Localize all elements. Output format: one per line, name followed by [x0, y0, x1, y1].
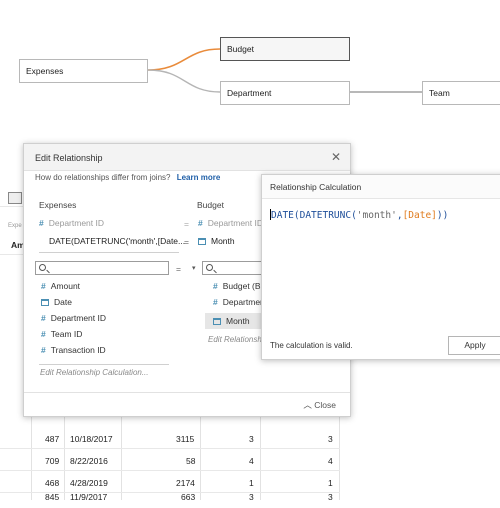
number-icon: #	[41, 345, 46, 355]
left-table-title: Expenses	[39, 200, 77, 210]
left-search-input[interactable]	[35, 261, 169, 275]
number-icon: #	[213, 281, 218, 291]
list-item[interactable]: # Department ID	[41, 313, 106, 329]
cell: 845	[45, 492, 60, 502]
cell: 487	[45, 434, 60, 444]
validation-status: The calculation is valid.	[270, 341, 353, 350]
cell: 58	[186, 456, 196, 466]
cell: 11/9/2017	[70, 492, 108, 502]
formula-close: ))	[436, 210, 449, 221]
list-item-label: Department ID	[50, 313, 107, 323]
clause-left-label: Department ID	[48, 218, 105, 228]
number-icon: #	[198, 218, 203, 228]
list-item-label: Budget (Bu	[222, 281, 266, 291]
table-node-department[interactable]: Department	[220, 81, 350, 105]
relationship-noodle-budget	[147, 48, 221, 71]
search-operator[interactable]: =	[176, 264, 181, 274]
date-icon	[41, 299, 49, 306]
number-icon: #	[41, 313, 46, 323]
list-item-label: Departmen	[222, 297, 265, 307]
clause-right-field[interactable]: # Department ID	[198, 218, 263, 234]
list-item[interactable]: # Transaction ID	[41, 345, 106, 361]
number-icon: #	[39, 218, 44, 228]
divider	[39, 252, 179, 253]
list-item[interactable]: Date	[41, 297, 72, 313]
search-icon	[39, 264, 46, 271]
list-item-label: Date	[54, 297, 72, 307]
formula-string: 'month'	[356, 210, 397, 221]
date-icon	[213, 318, 221, 325]
edit-relationship-calculation-link[interactable]: Edit Relationshi	[208, 335, 264, 344]
clause-right-field[interactable]: Month	[198, 236, 235, 252]
table-node-label: Budget	[227, 44, 254, 54]
clause-right-label: Month	[211, 236, 235, 246]
relationship-calculation-panel: Relationship Calculation DATE(DATETRUNC(…	[261, 174, 500, 360]
close-button[interactable]: ︿ Close	[303, 399, 336, 411]
list-item[interactable]: # Team ID	[41, 329, 82, 345]
table-node-expenses[interactable]: Expenses	[19, 59, 148, 83]
cell: 3	[249, 492, 254, 502]
cell: 3115	[176, 434, 195, 444]
calculation-editor[interactable]: DATE(DATETRUNC('month',[Date]))	[270, 209, 448, 221]
formula-function: DATE(DATETRUNC(	[271, 210, 357, 221]
table-row[interactable]: 845 11/9/2017 663 3 3	[0, 486, 340, 508]
table-node-label: Department	[227, 88, 272, 98]
table-node-label: Team	[429, 88, 450, 98]
number-icon: #	[213, 297, 218, 307]
table-node-team[interactable]: Team	[422, 81, 500, 105]
table-row[interactable]: 709 8/22/2016 58 4 4	[0, 450, 340, 472]
table-row[interactable]: 487 10/18/2017 3115 3 3	[0, 428, 340, 450]
cell: 4	[249, 456, 254, 466]
list-item[interactable]: # Amount	[41, 281, 80, 297]
help-text: How do relationships differ from joins? …	[35, 173, 220, 182]
dialog-header: Edit Relationship ✕	[24, 144, 350, 171]
right-search-input[interactable]	[202, 261, 262, 275]
cell: 3	[328, 492, 333, 502]
cell: 10/18/2017	[70, 434, 113, 444]
formula-field-ref: [Date]	[402, 210, 437, 221]
cell: 663	[181, 492, 196, 502]
clause-operator[interactable]: =	[184, 219, 189, 229]
dialog-title: Edit Relationship	[35, 153, 103, 163]
cell: 3	[249, 434, 254, 444]
grid-header-table: Expe	[8, 223, 22, 229]
number-icon: #	[41, 281, 46, 291]
help-question: How do relationships differ from joins?	[35, 173, 171, 182]
clause-operator[interactable]: =	[184, 237, 189, 247]
close-button-label: Close	[314, 400, 336, 410]
cell: 4	[328, 456, 333, 466]
list-item-label: Amount	[50, 281, 81, 291]
list-item-label: Month	[226, 316, 250, 326]
table-node-label: Expenses	[26, 66, 64, 76]
relationship-noodle-department	[147, 69, 221, 93]
cell: 3	[328, 434, 333, 444]
edit-relationship-calculation-link[interactable]: Edit Relationship Calculation...	[40, 368, 149, 377]
apply-button[interactable]: Apply	[448, 336, 500, 355]
clause-left-field[interactable]: DATE(DATETRUNC('month',[Date...	[49, 236, 185, 252]
right-table-title: Budget	[197, 200, 224, 210]
date-icon	[198, 238, 206, 245]
chevron-down-icon[interactable]: ▾	[192, 264, 196, 272]
dialog-footer: ︿ Close	[24, 392, 350, 416]
cell: 8/22/2016	[70, 456, 108, 466]
clause-left-field[interactable]: # Department ID	[39, 218, 104, 234]
table-node-budget[interactable]: Budget	[220, 37, 350, 61]
search-icon	[206, 264, 213, 271]
grid-view-icon[interactable]	[8, 192, 22, 204]
clause-left-label: DATE(DATETRUNC('month',[Date...	[49, 236, 186, 246]
list-item-label: Team ID	[50, 329, 83, 339]
list-item-label: Transaction ID	[50, 345, 106, 355]
divider	[39, 364, 169, 365]
learn-more-link[interactable]: Learn more	[177, 173, 221, 182]
chevron-up-icon: ︿	[303, 400, 312, 410]
close-icon[interactable]: ✕	[331, 150, 341, 164]
number-icon: #	[41, 329, 46, 339]
cell: 709	[45, 456, 60, 466]
clause-right-label: Department ID	[207, 218, 264, 228]
calc-title: Relationship Calculation	[270, 182, 362, 192]
